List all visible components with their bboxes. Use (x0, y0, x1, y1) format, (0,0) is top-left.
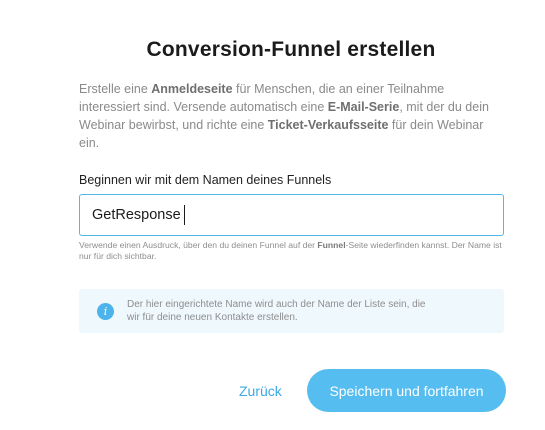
help-bold-funnel: Funnel (317, 240, 346, 250)
info-text: Der hier eingerichtete Name wird auch de… (127, 299, 426, 323)
info-icon: i (97, 303, 114, 320)
dialog-intro: Erstelle eine Anmeldeseite für Menschen,… (79, 80, 499, 152)
intro-bold-signup-page: Anmeldeseite (151, 82, 233, 96)
info-notice: i Der hier eingerichtete Name wird auch … (79, 289, 504, 333)
intro-text: Erstelle eine (79, 82, 152, 96)
dialog-title: Conversion-Funnel erstellen (146, 38, 436, 61)
funnel-name-label: Beginnen wir mit dem Namen deines Funnel… (79, 173, 332, 187)
funnel-name-help: Verwende einen Ausdruck, über den du dei… (79, 240, 509, 262)
save-and-continue-button[interactable]: Speichern und fortfahren (307, 369, 506, 412)
back-button[interactable]: Zurück (239, 383, 282, 399)
text-caret (184, 205, 185, 225)
create-funnel-dialog: Conversion-Funnel erstellen Erstelle ein… (0, 0, 545, 430)
funnel-name-input[interactable] (79, 194, 504, 236)
help-text: Verwende einen Ausdruck, über den du dei… (79, 240, 318, 250)
intro-bold-email-series: E-Mail-Serie (327, 100, 400, 114)
intro-bold-ticket-page: Ticket-Verkaufsseite (267, 118, 389, 132)
